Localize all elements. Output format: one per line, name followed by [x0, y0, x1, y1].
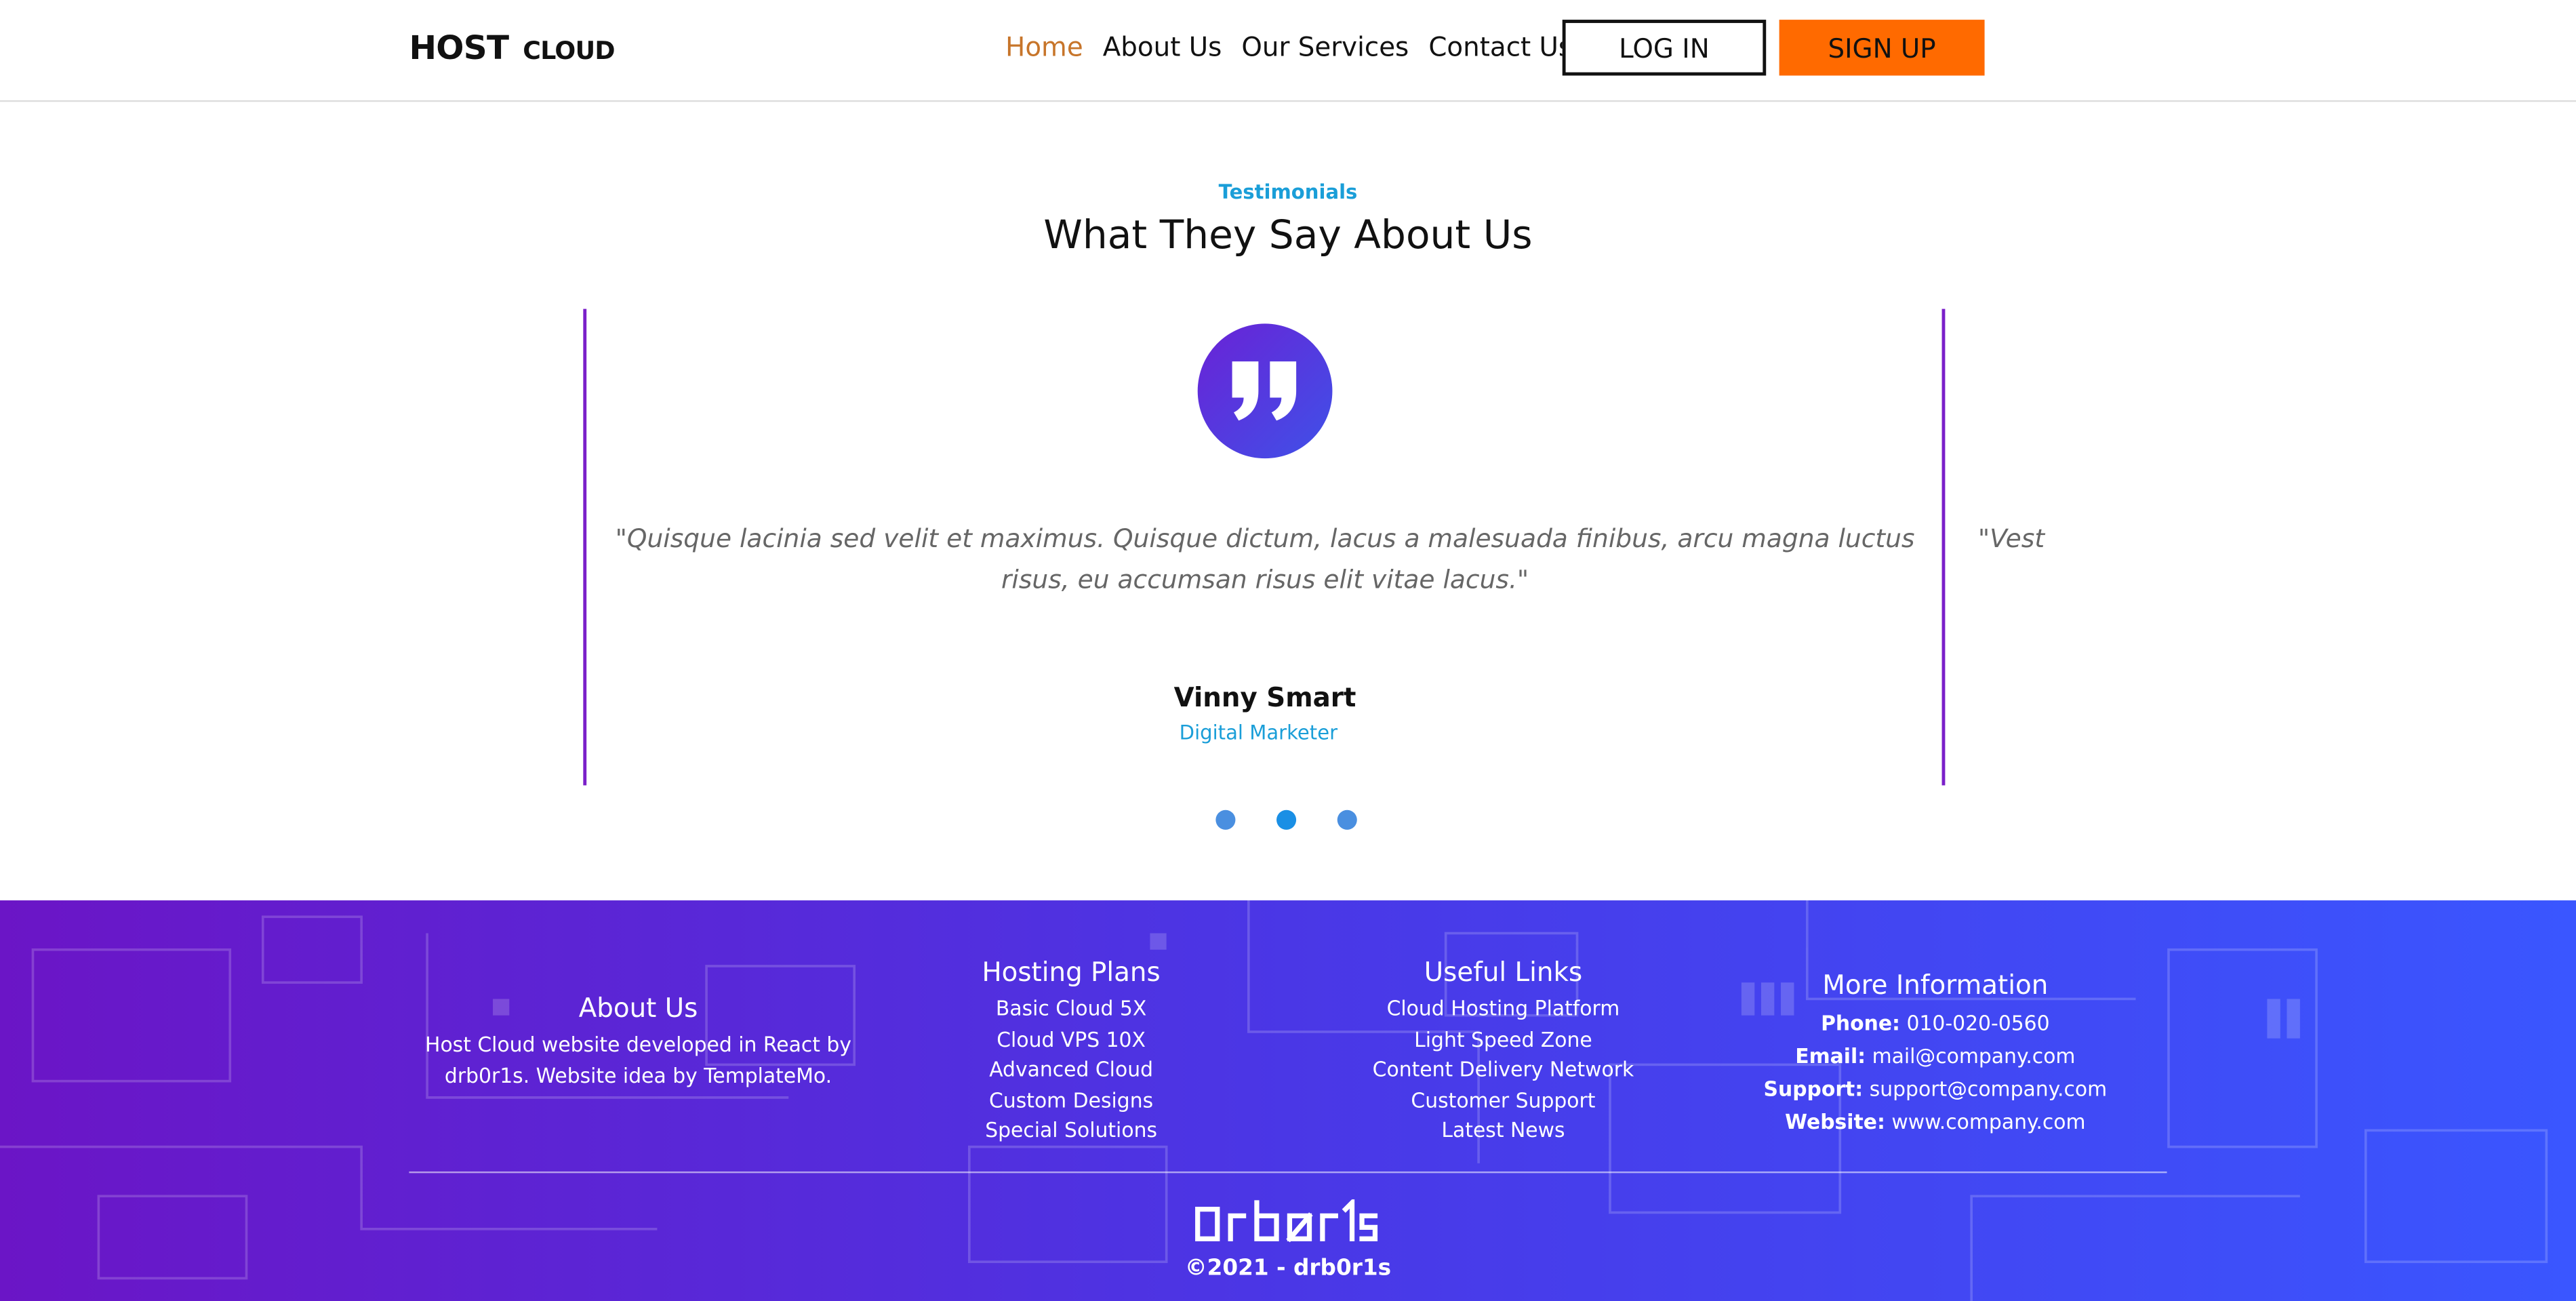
- nav-our-services[interactable]: Our Services: [1241, 31, 1409, 62]
- footer-link[interactable]: Cloud VPS 10X: [907, 1024, 1236, 1055]
- website-label: Website:: [1785, 1110, 1885, 1134]
- testimonial-quote: "Quisque lacinia sed velit et maximus. Q…: [615, 524, 1915, 595]
- footer-hosting-title: Hosting Plans: [982, 956, 1161, 988]
- slider-divider-right: [1941, 308, 1946, 786]
- email-value[interactable]: mail@company.com: [1872, 1045, 2076, 1068]
- logo[interactable]: HOST CLOUD: [409, 28, 615, 68]
- footer-link[interactable]: Basic Cloud 5X: [907, 994, 1236, 1024]
- footer-link[interactable]: Advanced Cloud: [907, 1055, 1236, 1085]
- footer-about: About Us Host Cloud website developed in…: [409, 993, 867, 1093]
- next-testimonial-peek: "Vest: [1977, 524, 2045, 554]
- nav-about-us[interactable]: About Us: [1103, 31, 1222, 62]
- footer-divider: [409, 1171, 2167, 1174]
- logo-small: CLOUD: [523, 36, 615, 66]
- logo-main: HOST: [409, 28, 509, 68]
- slider-dot-1[interactable]: [1215, 809, 1236, 830]
- footer-link[interactable]: Light Speed Zone: [1339, 1024, 1668, 1055]
- footer-email: Email: mail@company.com: [1754, 1040, 2116, 1073]
- footer-link[interactable]: Customer Support: [1339, 1085, 1668, 1116]
- copyright: ©2021 - drb0r1s: [1184, 1255, 1392, 1282]
- support-value[interactable]: support@company.com: [1870, 1078, 2107, 1101]
- footer-link[interactable]: Latest News: [1339, 1116, 1668, 1146]
- slider-divider-left: [583, 308, 587, 786]
- footer-more-information: More Information Phone: 010-020-0560 Ema…: [1754, 969, 2116, 1139]
- site-footer: About Us Host Cloud website developed in…: [0, 900, 2576, 1301]
- footer-hosting-plans: Hosting Plans Basic Cloud 5X Cloud VPS 1…: [907, 956, 1236, 1146]
- nav-home[interactable]: Home: [1005, 31, 1083, 62]
- footer-link[interactable]: Content Delivery Network: [1339, 1055, 1668, 1085]
- footer-about-title: About Us: [578, 992, 698, 1024]
- email-label: Email:: [1795, 1045, 1866, 1068]
- footer-phone: Phone: 010-020-0560: [1754, 1007, 2116, 1040]
- footer-link[interactable]: Cloud Hosting Platform: [1339, 994, 1668, 1024]
- login-button[interactable]: LOG IN: [1562, 20, 1767, 76]
- quote-icon: [1197, 323, 1333, 459]
- slider-dot-3[interactable]: [1337, 809, 1357, 830]
- phone-value: 010-020-0560: [1906, 1012, 2050, 1035]
- footer-more-title: More Information: [1822, 969, 2049, 1001]
- testimonial-author-role: Digital Marketer: [1179, 721, 1338, 744]
- section-title: What They Say About Us: [1043, 212, 1533, 258]
- page: HOST CLOUD Home About Us Our Services Co…: [0, 0, 2576, 1301]
- signup-button[interactable]: SIGN UP: [1779, 20, 1985, 76]
- website-value[interactable]: www.company.com: [1891, 1110, 2085, 1134]
- support-label: Support:: [1763, 1077, 1864, 1101]
- site-header: HOST CLOUD Home About Us Our Services Co…: [0, 0, 2576, 102]
- quote-icon-glyph: [1232, 361, 1297, 421]
- testimonial-author-name: Vinny Smart: [1173, 681, 1356, 713]
- footer-support: Support: support@company.com: [1754, 1073, 2116, 1106]
- footer-link[interactable]: Special Solutions: [907, 1116, 1236, 1146]
- phone-label: Phone:: [1821, 1012, 1900, 1035]
- footer-link[interactable]: Custom Designs: [907, 1085, 1236, 1116]
- footer-useful-links: Useful Links Cloud Hosting Platform Ligh…: [1339, 956, 1668, 1146]
- footer-useful-title: Useful Links: [1424, 956, 1583, 988]
- slider-dot-2[interactable]: [1276, 809, 1297, 830]
- section-eyebrow: Testimonials: [1218, 180, 1358, 204]
- footer-website: Website: www.company.com: [1754, 1106, 2116, 1138]
- nav-contact-us[interactable]: Contact Us: [1428, 31, 1572, 62]
- brand-logo: drb0r1s: [1195, 1199, 1378, 1243]
- main-nav: Home About Us Our Services Contact Us: [1005, 31, 1572, 62]
- slider-dots: [1215, 809, 1357, 830]
- footer-about-text: Host Cloud website developed in React by…: [425, 1033, 851, 1088]
